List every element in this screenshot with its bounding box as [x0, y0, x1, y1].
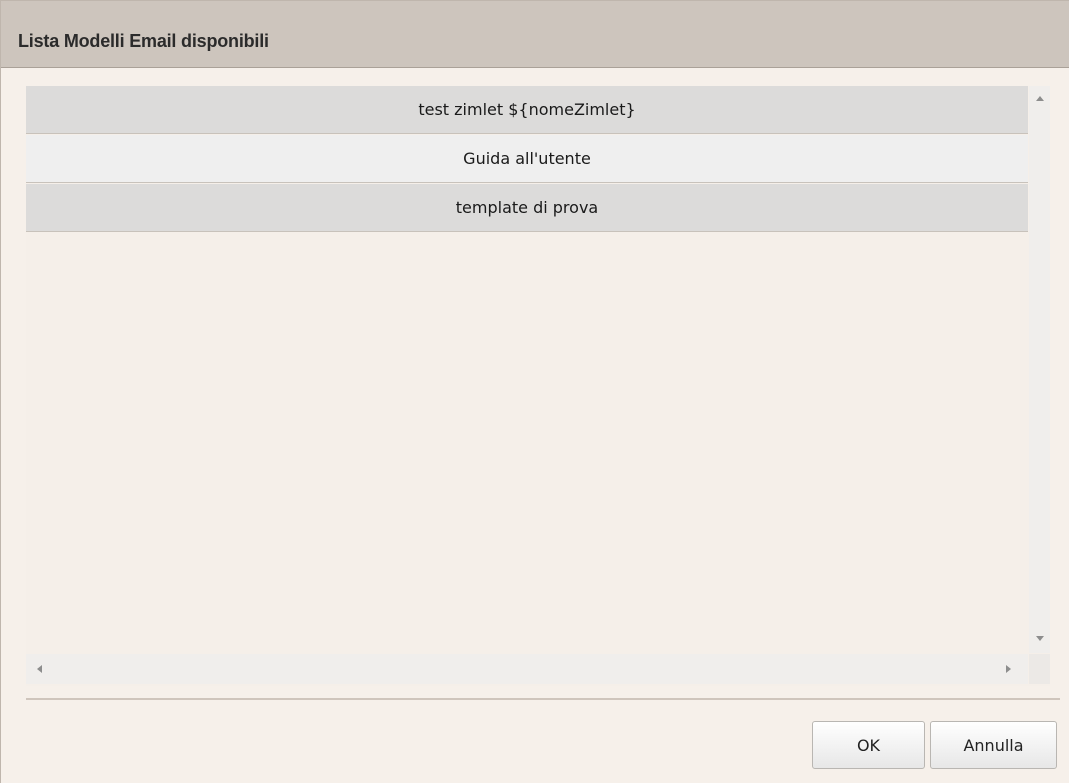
dialog-titlebar[interactable]: Lista Modelli Email disponibili — [1, 1, 1069, 68]
chevron-up-icon[interactable] — [1036, 96, 1044, 101]
cancel-button[interactable]: Annulla — [930, 721, 1057, 769]
template-list-item[interactable]: template di prova — [26, 184, 1028, 232]
ok-button[interactable]: OK — [812, 721, 925, 769]
chevron-left-icon[interactable] — [37, 665, 42, 673]
template-list-item[interactable]: Guida all'utente — [26, 135, 1028, 183]
template-list-item[interactable]: test zimlet ${nomeZimlet} — [26, 86, 1028, 134]
footer-divider — [26, 698, 1060, 700]
horizontal-scrollbar[interactable] — [26, 654, 1028, 684]
chevron-down-icon[interactable] — [1036, 636, 1044, 641]
dialog-title: Lista Modelli Email disponibili — [18, 31, 269, 51]
vertical-scrollbar[interactable] — [1029, 86, 1050, 653]
scrollbar-corner — [1029, 654, 1050, 684]
chevron-right-icon[interactable] — [1006, 665, 1011, 673]
email-template-dialog: Lista Modelli Email disponibili test zim… — [0, 0, 1069, 783]
template-list: test zimlet ${nomeZimlet} Guida all'uten… — [26, 86, 1050, 686]
